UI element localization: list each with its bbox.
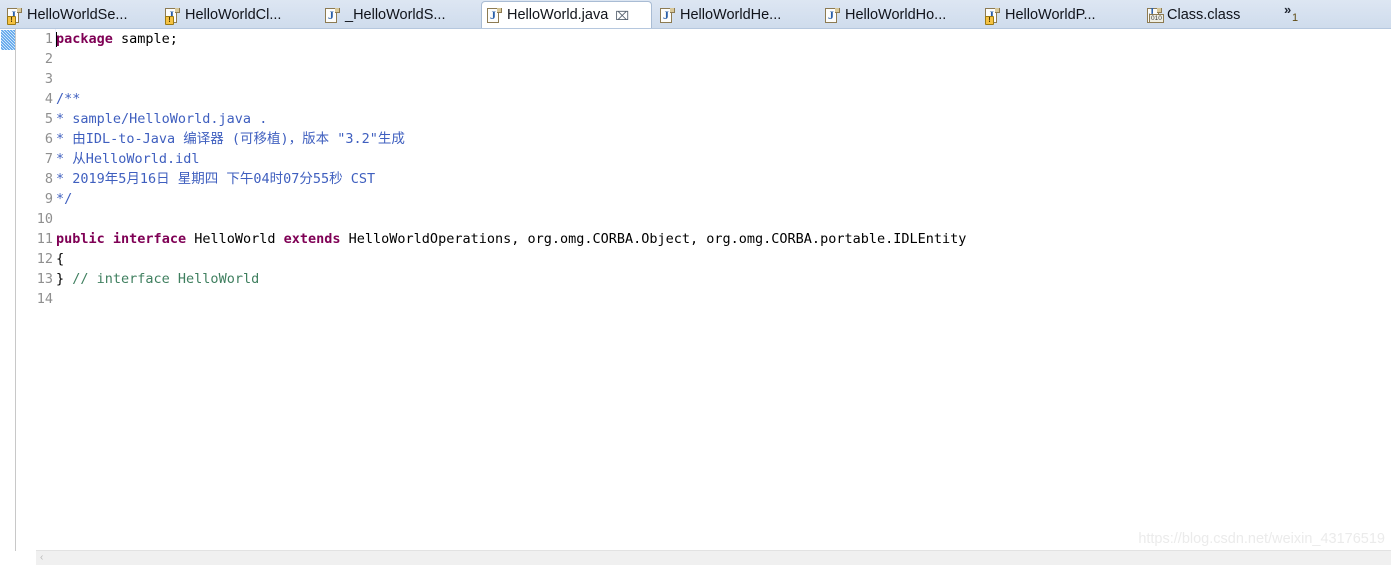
code-line[interactable]: package sample; (56, 29, 178, 49)
changed-line-marker (1, 30, 15, 50)
line-number: 5 (44, 111, 53, 127)
java-file-warning-icon: J! (165, 7, 180, 25)
code-keyword: package (56, 31, 113, 47)
code-comment: * 由IDL-to-Java 编译器 (可移植)，版本 "3.2"生成 (56, 131, 405, 147)
line-number: 14 (36, 291, 53, 307)
line-number: 13 (36, 271, 53, 287)
line-number: 3 (44, 71, 53, 87)
warning-badge-icon: ! (985, 16, 994, 25)
gutter-divider-left (15, 29, 16, 565)
code-line[interactable]: public interface HelloWorld extends Hell… (56, 229, 966, 249)
line-number: 2 (44, 51, 53, 67)
editor-tab-label: HelloWorldSe... (27, 7, 128, 24)
code-text-area[interactable]: package sample; /** * sample/HelloWorld.ja… (56, 29, 1391, 565)
editor-tab-8[interactable]: J 010 Class.class (1142, 2, 1252, 28)
code-keyword: interface (112, 231, 187, 247)
close-icon[interactable]: ⌧ (615, 10, 629, 22)
editor-tab-label: HelloWorldHo... (845, 7, 947, 24)
java-file-icon: J (660, 7, 675, 24)
code-text: HelloWorldOperations, org.omg.CORBA.Obje… (340, 231, 967, 247)
editor-tab-bar: J! HelloWorldSe... J! HelloWorldCl... J _Hell… (0, 0, 1391, 29)
code-comment: * 2019年5月16日 星期四 下午04时07分55秒 CST (56, 171, 376, 187)
editor-tab-3[interactable]: J _HelloWorldS... (320, 2, 454, 28)
java-file-warning-icon: J! (7, 7, 22, 25)
code-line[interactable]: { (56, 249, 64, 269)
warning-badge-icon: ! (7, 16, 16, 25)
code-text: { (56, 251, 65, 267)
editor-tab-2[interactable]: J! HelloWorldCl... (160, 2, 294, 28)
editor-tab-label: HelloWorld.java (507, 7, 609, 24)
line-number-ruler: 1 2 3 4 5 6 7 8 9 10 11 12 13 14 (17, 29, 55, 565)
code-comment: /** (56, 91, 81, 107)
text-caret (56, 32, 57, 47)
code-comment: */ (56, 191, 73, 207)
code-comment: // interface HelloWorld (72, 271, 260, 287)
code-line[interactable]: * 从HelloWorld.idl (56, 149, 200, 169)
editor-tab-7[interactable]: J! HelloWorldP... (980, 2, 1108, 28)
chevron-double-right-icon: » (1284, 2, 1292, 17)
code-line[interactable]: * 2019年5月16日 星期四 下午04时07分55秒 CST (56, 169, 375, 189)
editor-tab-label: _HelloWorldS... (345, 7, 446, 24)
editor-tab-1[interactable]: J! HelloWorldSe... (2, 2, 136, 28)
line-number: 10 (36, 211, 53, 227)
line-number: 6 (44, 131, 53, 147)
line-number: 11 (36, 231, 53, 247)
editor-tab-4[interactable]: J HelloWorld.java ⌧ (481, 1, 652, 28)
java-file-icon: J (325, 7, 340, 24)
class-file-icon: J 010 (1147, 7, 1164, 23)
editor-tab-6[interactable]: J HelloWorldHo... (820, 2, 952, 28)
line-number: 4 (44, 91, 53, 107)
line-number: 8 (44, 171, 53, 187)
code-line[interactable]: * 由IDL-to-Java 编译器 (可移植)，版本 "3.2"生成 (56, 129, 405, 149)
code-text: HelloWorld (186, 231, 284, 247)
java-file-warning-icon: J! (985, 7, 1000, 25)
code-keyword: public (56, 231, 105, 247)
line-number: 1 (44, 31, 53, 47)
code-line[interactable]: * sample/HelloWorld.java . (56, 109, 267, 129)
java-file-icon: J (825, 7, 840, 24)
editor-tab-5[interactable]: J HelloWorldHe... (655, 2, 787, 28)
editor-tab-label: HelloWorldCl... (185, 7, 282, 24)
code-comment: * 从HelloWorld.idl (56, 151, 200, 167)
line-number: 9 (44, 191, 53, 207)
horizontal-scrollbar[interactable]: ‹ (36, 550, 1391, 565)
code-comment: * sample/HelloWorld.java . (56, 111, 268, 127)
code-text: } (56, 271, 73, 287)
line-number: 12 (36, 251, 53, 267)
editor-tab-label: Class.class (1167, 7, 1241, 24)
scrollbar-corner (0, 551, 36, 565)
code-line[interactable]: /** (56, 89, 80, 109)
line-number: 7 (44, 151, 53, 167)
editor-tab-label: HelloWorldP... (1005, 7, 1096, 24)
scroll-left-arrow-icon[interactable]: ‹ (40, 553, 43, 563)
code-editor[interactable]: 1 2 3 4 5 6 7 8 9 10 11 12 13 14 package sample;/** * … (0, 29, 1391, 565)
code-line[interactable]: } // interface HelloWorld (56, 269, 259, 289)
warning-badge-icon: ! (165, 16, 174, 25)
tab-overflow-indicator[interactable]: » 1 (1280, 1, 1310, 28)
tab-overflow-count: 1 (1292, 12, 1299, 24)
editor-tab-label: HelloWorldHe... (680, 7, 782, 24)
code-line[interactable]: */ (56, 189, 72, 209)
java-file-icon: J (487, 7, 502, 24)
watermark-text: https://blog.csdn.net/weixin_43176519 (1138, 531, 1385, 547)
code-keyword: extends (283, 231, 341, 247)
code-text: sample; (112, 31, 178, 47)
